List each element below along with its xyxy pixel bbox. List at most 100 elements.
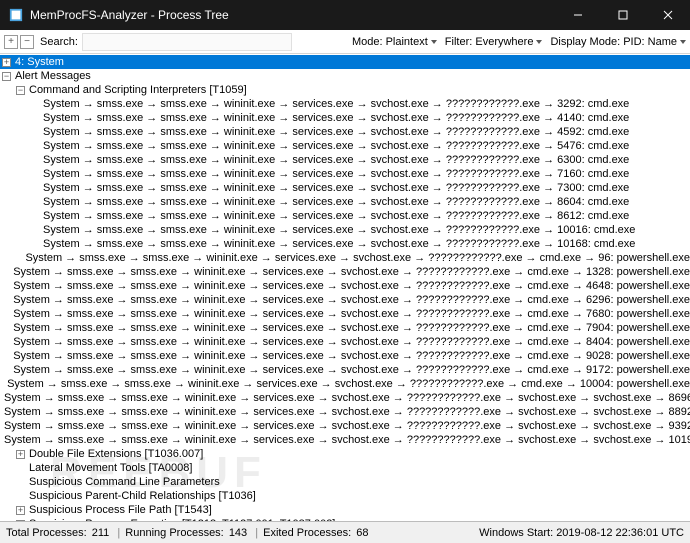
tree-toggle: [16, 492, 25, 501]
tree-label: System → smss.exe → smss.exe → wininit.e…: [42, 167, 629, 181]
tree-leaf-powershell[interactable]: System → smss.exe → smss.exe → wininit.e…: [0, 265, 690, 279]
process-tree[interactable]: +4: System−Alert Messages−Command and Sc…: [0, 54, 690, 521]
tree-leaf-cmd[interactable]: System → smss.exe → smss.exe → wininit.e…: [0, 195, 690, 209]
tree-leaf-cmd[interactable]: System → smss.exe → smss.exe → wininit.e…: [0, 167, 690, 181]
tree-toggle: [7, 268, 9, 277]
tree-toggle[interactable]: +: [16, 506, 25, 515]
running-processes-label: Running Processes:: [125, 527, 223, 539]
tree-toggle: [30, 128, 39, 137]
tree-leaf-powershell[interactable]: System → smss.exe → smss.exe → wininit.e…: [0, 307, 690, 321]
tree-toggle: [7, 324, 9, 333]
tree-label: System → smss.exe → smss.exe → wininit.e…: [42, 195, 629, 209]
tree-toggle: [7, 366, 9, 375]
tree-toggle: [30, 100, 39, 109]
tree-toggle: [16, 478, 25, 487]
tree-leaf-powershell[interactable]: System → smss.exe → smss.exe → wininit.e…: [0, 321, 690, 335]
tree-node-susp-parentchild[interactable]: Suspicious Parent-Child Relationships [T…: [0, 489, 690, 503]
total-processes-value: 211: [92, 527, 110, 539]
tree-label: System → smss.exe → smss.exe → wininit.e…: [42, 111, 629, 125]
tree-label: Suspicious Parent-Child Relationships [T…: [28, 489, 256, 503]
tree-leaf-svchost-cmd[interactable]: System → smss.exe → smss.exe → wininit.e…: [0, 433, 690, 447]
tree-leaf-powershell[interactable]: System → smss.exe → smss.exe → wininit.e…: [0, 251, 690, 265]
tree-leaf-powershell[interactable]: System → smss.exe → smss.exe → wininit.e…: [0, 377, 690, 391]
tree-label: System → smss.exe → smss.exe → wininit.e…: [12, 363, 690, 377]
tree-toggle: [7, 296, 9, 305]
collapse-all-button[interactable]: −: [20, 35, 34, 49]
tree-toggle[interactable]: +: [16, 450, 25, 459]
tree-toggle[interactable]: −: [16, 86, 25, 95]
tree-label: System → smss.exe → smss.exe → wininit.e…: [3, 433, 690, 447]
tree-toggle: [30, 198, 39, 207]
tree-leaf-svchost-cmd[interactable]: System → smss.exe → smss.exe → wininit.e…: [0, 419, 690, 433]
display-mode-dropdown[interactable]: PID: Name: [623, 36, 686, 48]
tree-leaf-cmd[interactable]: System → smss.exe → smss.exe → wininit.e…: [0, 111, 690, 125]
status-bar: Total Processes: 211 | Running Processes…: [0, 521, 690, 543]
tree-label: System → smss.exe → smss.exe → wininit.e…: [42, 139, 629, 153]
tree-toggle[interactable]: −: [2, 72, 11, 81]
tree-label: System → smss.exe → smss.exe → wininit.e…: [42, 125, 629, 139]
search-label: Search:: [40, 36, 78, 48]
tree-toggle[interactable]: +: [2, 58, 11, 67]
tree-label: System → smss.exe → smss.exe → wininit.e…: [6, 377, 690, 391]
search-input[interactable]: [82, 33, 292, 51]
minimize-button[interactable]: [555, 0, 600, 30]
tree-label: Lateral Movement Tools [TA0008]: [28, 461, 192, 475]
tree-node-susp-cmdline[interactable]: Suspicious Command Line Parameters: [0, 475, 690, 489]
exited-processes-value: 68: [356, 527, 368, 539]
tree-toggle: [30, 226, 39, 235]
tree-toggle[interactable]: −: [16, 520, 25, 522]
tree-leaf-powershell[interactable]: System → smss.exe → smss.exe → wininit.e…: [0, 349, 690, 363]
total-processes-label: Total Processes:: [6, 527, 87, 539]
filter-dropdown[interactable]: Everywhere: [475, 36, 542, 48]
mode-dropdown[interactable]: Plaintext: [386, 36, 437, 48]
tree-toggle: [16, 254, 21, 263]
tree-toggle: [7, 282, 9, 291]
tree-leaf-cmd[interactable]: System → smss.exe → smss.exe → wininit.e…: [0, 237, 690, 251]
tree-toggle: [7, 338, 9, 347]
windows-start-value: 2019-08-12 22:36:01 UTC: [556, 527, 684, 539]
tree-leaf-cmd[interactable]: System → smss.exe → smss.exe → wininit.e…: [0, 97, 690, 111]
tree-leaf-cmd[interactable]: System → smss.exe → smss.exe → wininit.e…: [0, 223, 690, 237]
tree-toggle: [30, 184, 39, 193]
tree-node-lateral[interactable]: Lateral Movement Tools [TA0008]: [0, 461, 690, 475]
tree-toggle: [30, 142, 39, 151]
tree-toggle: [30, 240, 39, 249]
tree-label: System → smss.exe → smss.exe → wininit.e…: [12, 307, 690, 321]
title-bar: MemProcFS-Analyzer - Process Tree: [0, 0, 690, 30]
tree-label: System → smss.exe → smss.exe → wininit.e…: [12, 335, 690, 349]
tree-node-alert-messages[interactable]: −Alert Messages: [0, 69, 690, 83]
tree-leaf-svchost-cmd[interactable]: System → smss.exe → smss.exe → wininit.e…: [0, 405, 690, 419]
tree-leaf-cmd[interactable]: System → smss.exe → smss.exe → wininit.e…: [0, 139, 690, 153]
tree-toggle: [7, 352, 9, 361]
tree-label: System → smss.exe → smss.exe → wininit.e…: [3, 405, 690, 419]
close-button[interactable]: [645, 0, 690, 30]
expand-all-button[interactable]: +: [4, 35, 18, 49]
tree-label: Alert Messages: [14, 69, 91, 83]
tree-node-system[interactable]: +4: System: [0, 55, 690, 69]
tree-toggle: [30, 170, 39, 179]
tree-leaf-svchost-cmd[interactable]: System → smss.exe → smss.exe → wininit.e…: [0, 391, 690, 405]
tree-label: Suspicious Program Execution [T1218, T11…: [28, 517, 335, 521]
tree-leaf-cmd[interactable]: System → smss.exe → smss.exe → wininit.e…: [0, 125, 690, 139]
toolbar: + − Search: Mode: Plaintext Filter: Ever…: [0, 30, 690, 54]
tree-leaf-cmd[interactable]: System → smss.exe → smss.exe → wininit.e…: [0, 153, 690, 167]
tree-node-command-scripting[interactable]: −Command and Scripting Interpreters [T10…: [0, 83, 690, 97]
tree-label: System → smss.exe → smss.exe → wininit.e…: [42, 223, 635, 237]
display-mode-label: Display Mode:: [550, 36, 620, 48]
tree-label: System → smss.exe → smss.exe → wininit.e…: [42, 237, 635, 251]
tree-label: System → smss.exe → smss.exe → wininit.e…: [12, 349, 690, 363]
tree-label: Double File Extensions [T1036.007]: [28, 447, 203, 461]
tree-node-susp-path[interactable]: +Suspicious Process File Path [T1543]: [0, 503, 690, 517]
tree-leaf-cmd[interactable]: System → smss.exe → smss.exe → wininit.e…: [0, 209, 690, 223]
tree-leaf-powershell[interactable]: System → smss.exe → smss.exe → wininit.e…: [0, 293, 690, 307]
maximize-button[interactable]: [600, 0, 645, 30]
tree-label: System → smss.exe → smss.exe → wininit.e…: [42, 97, 629, 111]
tree-leaf-cmd[interactable]: System → smss.exe → smss.exe → wininit.e…: [0, 181, 690, 195]
tree-leaf-powershell[interactable]: System → smss.exe → smss.exe → wininit.e…: [0, 363, 690, 377]
tree-leaf-powershell[interactable]: System → smss.exe → smss.exe → wininit.e…: [0, 279, 690, 293]
tree-toggle: [7, 310, 9, 319]
tree-node-double-file-ext[interactable]: +Double File Extensions [T1036.007]: [0, 447, 690, 461]
tree-toggle: [30, 156, 39, 165]
tree-leaf-powershell[interactable]: System → smss.exe → smss.exe → wininit.e…: [0, 335, 690, 349]
tree-label: System → smss.exe → smss.exe → wininit.e…: [12, 265, 690, 279]
